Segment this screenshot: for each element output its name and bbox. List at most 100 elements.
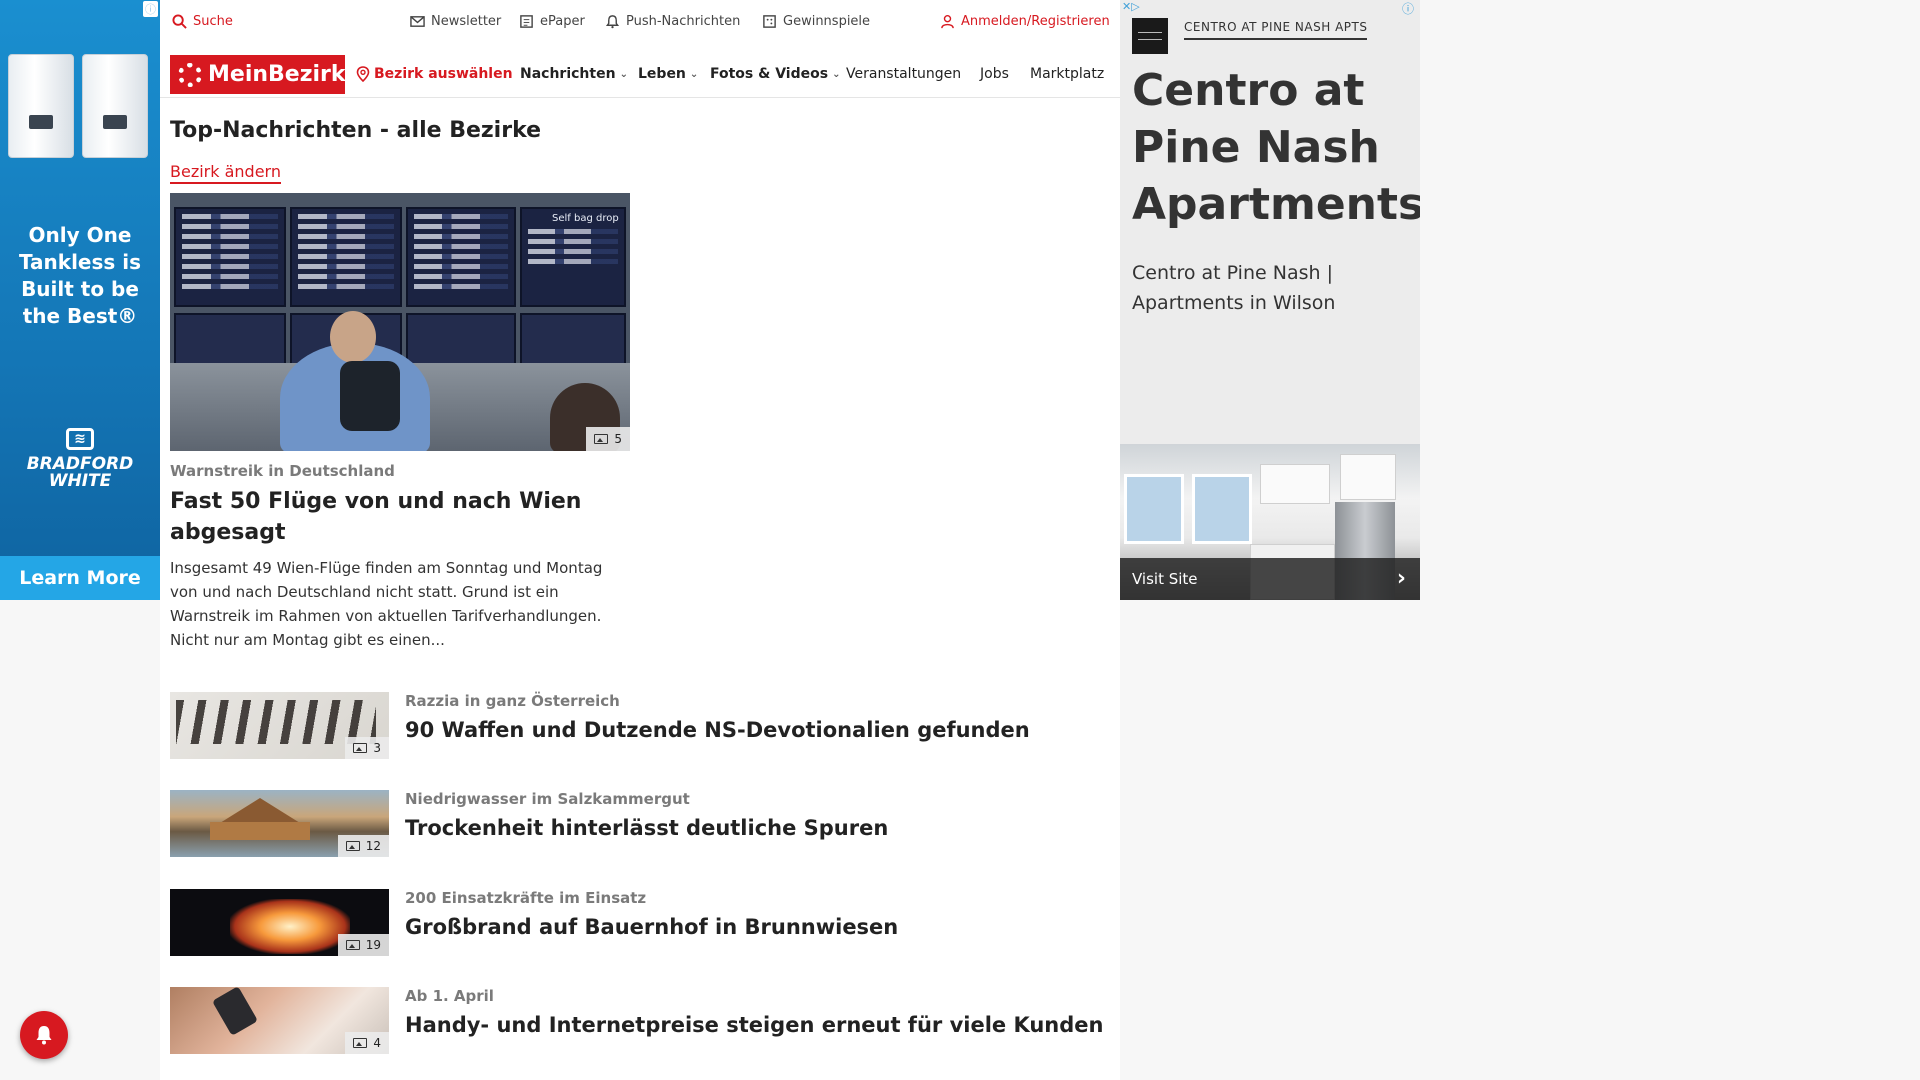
user-icon [941,14,954,29]
photo-count-badge: 12 [337,835,389,857]
advertiser-name[interactable]: CENTRO AT PINE NASH APTS [1184,20,1368,40]
photo-count-badge: 4 [345,1032,389,1054]
story-headline[interactable]: Handy- und Internetpreise steigen erneut… [405,1013,1103,1037]
right-rectangle-ad[interactable]: ✕▷ ⓘ CENTRO AT PINE NASH APTS Centro at … [1120,0,1420,600]
photo-count-badge: 19 [337,934,389,956]
gallery-icon [345,841,360,851]
ad-headline: Only One Tankless is Built to be the Bes… [18,223,142,328]
epaper-label: ePaper [540,14,585,29]
search-link[interactable]: Suche [172,14,233,29]
nav-item-marktplatz[interactable]: Marktplatz [1030,66,1112,82]
chevron-right-icon: › [1396,566,1406,591]
nav-item-leben[interactable]: Leben ⌄ [638,66,698,82]
lead-story-teaser: Insgesamt 49 Wien-Flüge finden am Sonnta… [170,559,603,649]
photo-count: 5 [614,432,622,446]
push-notifications-link[interactable]: Push-Nachrichten [605,14,740,29]
search-icon [172,14,187,29]
gallery-icon [594,434,609,444]
story-thumbnail[interactable]: 12 [170,790,389,857]
visit-site-label: Visit Site [1132,570,1198,588]
nav-item-jobs[interactable]: Jobs [980,66,1009,82]
gallery-icon [353,1038,368,1048]
nav-label: Marktplatz [1030,66,1105,82]
lead-story-kicker: Warnstreik in Deutschland [170,462,395,480]
chevron-down-icon: ⌄ [832,68,841,80]
story-kicker: Niedrigwasser im Salzkammergut [405,790,690,808]
logo-text: MeinBezirk [208,62,346,87]
story-thumbnail[interactable]: 3 [170,692,389,759]
nav-label: Nachrichten [520,66,616,82]
main-content: Suche Newsletter ePaper Push-Nachrichten… [160,0,1120,1080]
chevron-down-icon: ⌄ [689,68,699,80]
story-headline[interactable]: Großbrand auf Bauernhof in Brunnwiesen [405,915,898,939]
page-title: Top-Nachrichten - alle Bezirke [170,118,542,143]
newsletter-label: Newsletter [431,14,502,29]
nav-label: Fotos & Videos [710,66,829,82]
logo-sun-icon [178,63,202,87]
district-label: Bezirk auswählen [374,66,513,82]
list-item[interactable]: 19 200 Einsatzkräfte im Einsatz Großbran… [170,889,1110,957]
list-item[interactable]: 3 Razzia in ganz Österreich 90 Waffen un… [170,692,1110,760]
story-kicker: 200 Einsatzkräfte im Einsatz [405,889,647,907]
lead-story-headline[interactable]: Fast 50 Flüge von und nach Wien abgesagt [170,486,640,548]
bell-icon [36,1026,52,1045]
meinbezirk-logo[interactable]: MeinBezirk [170,55,346,94]
district-selector[interactable]: Bezirk auswählen [356,66,513,82]
nav-item-nachrichten[interactable]: Nachrichten ⌄ [520,66,628,82]
board-sign: Self bag drop [552,213,619,224]
nav-item-veranstaltungen[interactable]: Veranstaltungen [846,66,961,82]
nav-label: Leben [638,66,686,82]
gallery-icon [345,940,360,950]
login-label: Anmelden/Registrieren [961,14,1110,29]
photo-count: 12 [365,839,381,853]
location-pin-icon [356,66,370,82]
ad-choices-icon[interactable]: ⓘ [143,1,158,17]
login-link[interactable]: Anmelden/Registrieren [940,14,1110,29]
brand-mark-icon: ≋ [66,428,94,450]
epaper-link[interactable]: ePaper [519,14,585,29]
story-headline[interactable]: 90 Waffen und Dutzende NS-Devotionalien … [405,718,1030,742]
chevron-down-icon: ⌄ [619,68,628,80]
story-thumbnail[interactable]: 4 [170,987,389,1054]
list-item[interactable]: 4 Ab 1. April Handy- und Internetpreise … [170,987,1110,1055]
ad-description: Centro at Pine Nash | Apartments in Wils… [1132,262,1336,314]
nav-item-fotos-videos[interactable]: Fotos & Videos ⌄ [710,66,840,82]
utility-bar: Suche Newsletter ePaper Push-Nachrichten… [160,0,1120,46]
story-thumbnail[interactable]: 19 [170,889,389,956]
change-district-link[interactable]: Bezirk ändern [170,162,281,184]
photo-count: 3 [373,741,381,755]
contests-label: Gewinnspiele [783,14,871,29]
photo-count: 19 [365,938,381,952]
nav-label: Jobs [980,66,1009,82]
newspaper-icon [520,15,533,28]
push-label: Push-Nachrichten [626,14,741,29]
story-kicker: Ab 1. April [405,987,494,1005]
visit-site-button[interactable]: Visit Site › [1120,558,1420,600]
learn-more-button[interactable]: Learn More [0,556,160,600]
search-label: Suche [193,14,233,29]
nav-label: Veranstaltungen [846,66,962,82]
brand-name-line2: WHITE [48,471,112,491]
ad-brand-logo: ≋ BRADFORD WHITE [0,428,160,490]
contests-link[interactable]: Gewinnspiele [762,14,870,29]
notification-bell-button[interactable] [20,1011,68,1059]
photo-count-badge: 3 [345,737,389,759]
ad-close-icon[interactable]: ✕▷ [1122,0,1140,13]
photo-count: 4 [373,1036,381,1050]
gift-icon [763,15,776,28]
newsletter-link[interactable]: Newsletter [410,14,501,29]
story-headline[interactable]: Trockenheit hinterlässt deutliche Spuren [405,816,888,840]
main-navigation: MeinBezirk Bezirk auswählen Nachrichten ⌄… [160,52,1120,98]
left-skyscraper-ad[interactable]: ⓘ Only One Tankless is Built to be the B… [0,0,160,600]
ad-title[interactable]: Centro at Pine Nash Apartments [1132,62,1420,233]
water-heater-image [8,54,152,162]
page: ⓘ Only One Tankless is Built to be the B… [0,0,1920,1080]
list-item[interactable]: 12 Niedrigwasser im Salzkammergut Trocke… [170,790,1110,858]
mail-icon [410,16,425,27]
advertiser-logo [1132,18,1168,54]
photo-count-badge: 5 [586,427,630,451]
story-kicker: Razzia in ganz Österreich [405,692,620,710]
lead-story-image[interactable]: Self bag drop 5 [170,193,630,451]
gallery-icon [353,743,368,753]
ad-info-icon[interactable]: ⓘ [1402,0,1414,17]
